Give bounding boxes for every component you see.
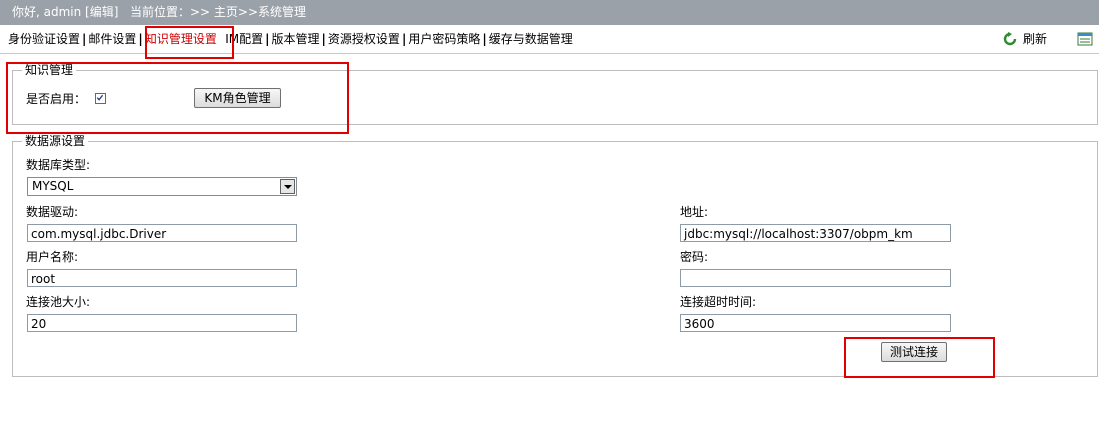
tab-mail-settings[interactable]: 邮件设置 [88,32,136,46]
password-input[interactable] [680,269,951,287]
km-enable-label: 是否启用： [26,92,87,106]
refresh-label: 刷新 [1023,32,1048,46]
km-enable-checkbox[interactable] [95,93,106,104]
breadcrumb: 当前位置：>> 主页>>系统管理 [130,5,307,19]
driver-label: 数据驱动: [26,205,79,219]
greeting-text[interactable]: 你好, admin [编辑] [12,0,118,24]
address-label: 地址: [680,205,709,219]
tab-im-config[interactable]: IM配置 [225,32,263,46]
test-connection-button[interactable]: 测试连接 [881,342,947,362]
export-icon[interactable] [1077,31,1093,47]
username-label: 用户名称: [26,250,79,264]
km-role-button[interactable]: KM角色管理 [194,88,281,108]
refresh-icon [1003,32,1017,46]
datasource-legend: 数据源设置 [22,134,89,148]
timeout-input[interactable]: 3600 [680,314,951,332]
nav-separator: | [138,32,143,46]
tab-km-settings[interactable]: 知识管理设置 [145,32,217,46]
pool-size-label: 连接池大小: [26,295,91,309]
chevron-down-icon[interactable] [280,179,295,194]
nav-separator: | [321,32,326,46]
tab-version-management[interactable]: 版本管理 [272,32,320,46]
km-fieldset [12,70,1098,125]
km-legend: 知识管理 [22,63,77,77]
tab-cache-data[interactable]: 缓存与数据管理 [489,32,573,46]
top-bar: 你好, admin [编辑] 当前位置：>> 主页>>系统管理 [0,0,1099,25]
pool-size-input[interactable]: 20 [27,314,297,332]
username-input[interactable]: root [27,269,297,287]
nav-separator: | [265,32,270,46]
check-icon [96,94,104,101]
tab-auth-settings[interactable]: 身份验证设置 [8,32,80,46]
db-type-value: MYSQL [32,179,74,193]
nav-separator: | [482,32,487,46]
settings-nav: 身份验证设置|邮件设置|知识管理设置|IM配置|版本管理|资源授权设置|用户密码… [0,27,1099,51]
address-input[interactable]: jdbc:mysql://localhost:3307/obpm_km [680,224,951,242]
tab-resource-auth[interactable]: 资源授权设置 [328,32,400,46]
refresh-button[interactable]: 刷新 [1003,27,1047,51]
timeout-label: 连接超时时间: [680,295,757,309]
db-type-label: 数据库类型: [26,158,91,172]
nav-divider [0,53,1099,54]
driver-input[interactable]: com.mysql.jdbc.Driver [27,224,297,242]
db-type-select[interactable]: MYSQL [27,177,297,196]
tab-password-policy[interactable]: 用户密码策略 [408,32,480,46]
password-label: 密码: [680,250,709,264]
